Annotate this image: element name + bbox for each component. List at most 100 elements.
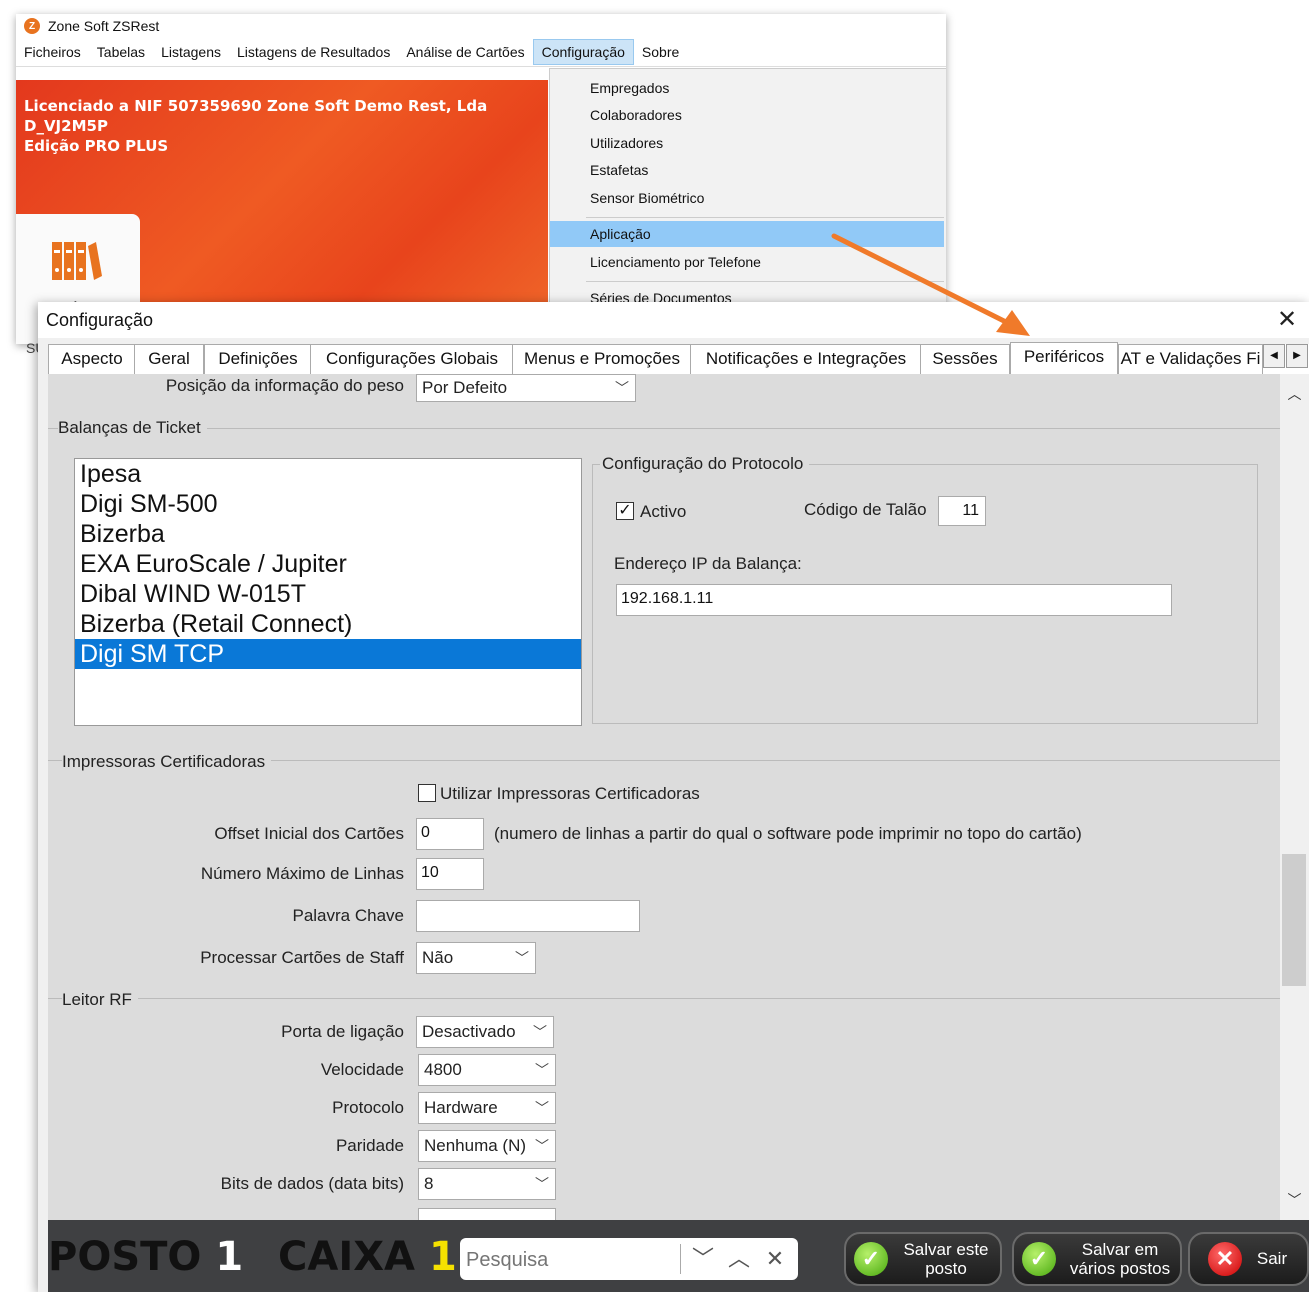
chevron-down-icon: ﹀	[535, 1138, 549, 1154]
list-item-selected[interactable]: Digi SM TCP	[75, 639, 581, 669]
talao-label: Código de Talão	[804, 500, 927, 519]
menu-configuracao[interactable]: Configuração	[532, 39, 634, 65]
search-input[interactable]	[464, 1242, 678, 1278]
license-text: Licenciado a NIF 507359690 Zone Soft Dem…	[24, 96, 548, 156]
dd-empregados[interactable]: Empregados	[550, 75, 944, 101]
tab-at-validacoes[interactable]: AT e Validações Fi	[1118, 344, 1263, 374]
tab-definicoes[interactable]: Definições	[204, 344, 312, 374]
scroll-down-icon[interactable]: ﹀	[1280, 1186, 1309, 1214]
label-line: Salvar este	[903, 1240, 989, 1259]
chevron-up-icon[interactable]: ︿	[724, 1244, 754, 1274]
label-line: vários postos	[1069, 1259, 1171, 1278]
menu-listagens-resultados[interactable]: Listagens de Resultados	[229, 40, 398, 64]
weight-info-value: Por Defeito	[422, 378, 508, 397]
dd-separator	[586, 217, 944, 218]
tab-bar: Aspecto Geral Definições Configurações G…	[48, 342, 1309, 374]
ticket-scale-list[interactable]: Ipesa Digi SM-500 Bizerba EXA EuroScale …	[74, 458, 582, 726]
menu-sobre[interactable]: Sobre	[634, 40, 687, 64]
search-separator	[680, 1244, 681, 1274]
active-label: Activo	[640, 502, 687, 521]
dd-sensor-biometrico[interactable]: Sensor Biométrico	[550, 185, 944, 211]
use-cert-printers-checkbox[interactable]	[418, 784, 436, 802]
speed-label: Velocidade	[320, 1060, 404, 1079]
protocol-title: Configuração do Protocolo	[600, 454, 810, 474]
cert-printers-title: Impressoras Certificadoras	[62, 752, 272, 772]
list-item[interactable]: Bizerba	[75, 519, 581, 549]
port-value: Desactivado	[422, 1022, 516, 1041]
clear-icon[interactable]: ✕	[760, 1244, 790, 1274]
annotation-arrow-icon	[831, 233, 1030, 336]
menu-ficheiros[interactable]: Ficheiros	[16, 40, 89, 64]
chevron-down-icon: ﹀	[615, 380, 629, 396]
main-app-window: Z Zone Soft ZSRest Ficheiros Tabelas Lis…	[16, 14, 946, 344]
exit-label: Sair	[1256, 1249, 1288, 1268]
license-line: Licenciado a NIF 507359690 Zone Soft Dem…	[24, 97, 488, 135]
app-titlebar: Z Zone Soft ZSRest	[16, 14, 946, 38]
offset-input[interactable]: 0	[416, 818, 484, 850]
talao-input[interactable]: 11	[938, 496, 986, 526]
tab-scroll-right-icon[interactable]: ▶	[1286, 344, 1308, 368]
scroll-thumb[interactable]	[1282, 854, 1306, 986]
chevron-down-icon: ﹀	[535, 1176, 549, 1192]
label-line: posto	[925, 1259, 967, 1278]
port-select[interactable]: Desactivado ﹀	[416, 1016, 554, 1048]
save-multiple-posts-label: Salvar em vários postos	[1064, 1240, 1176, 1278]
ip-input[interactable]: 192.168.1.11	[616, 584, 1172, 616]
perifericos-panel: Posição da informação do peso Por Defeit…	[48, 374, 1280, 1220]
rf-protocol-select[interactable]: Hardware ﹀	[418, 1092, 556, 1124]
vertical-scrollbar[interactable]: ︿ ﹀	[1280, 374, 1309, 1220]
rf-protocol-value: Hardware	[424, 1098, 498, 1117]
dialog-title: Configuração	[46, 310, 154, 330]
list-item[interactable]: Digi SM-500	[75, 489, 581, 519]
exit-button[interactable]: ✕ Sair	[1188, 1232, 1309, 1286]
tab-aspecto[interactable]: Aspecto	[48, 344, 136, 374]
chevron-down-icon: ﹀	[515, 950, 529, 966]
save-this-post-label: Salvar este posto	[896, 1240, 996, 1278]
binders-icon	[52, 242, 102, 280]
dd-colaboradores[interactable]: Colaboradores	[550, 102, 944, 128]
keyword-input[interactable]	[416, 900, 640, 932]
posto-indicator: POSTO 1	[48, 1234, 243, 1280]
databits-select[interactable]: 8 ﹀	[418, 1168, 556, 1200]
maxlines-label: Número Máximo de Linhas	[200, 864, 404, 883]
maxlines-input[interactable]: 10	[416, 858, 484, 890]
tab-geral[interactable]: Geral	[134, 344, 204, 374]
parity-select[interactable]: Nenhuma (N) ﹀	[418, 1130, 556, 1162]
scroll-up-icon[interactable]: ︿	[1280, 380, 1309, 408]
menu-listagens[interactable]: Listagens	[153, 40, 229, 64]
ticket-scales-title: Balanças de Ticket	[58, 418, 207, 438]
tab-scroll: ◀ ▶	[1263, 344, 1309, 372]
staff-select[interactable]: Não ﹀	[416, 942, 536, 974]
menu-analise-cartoes[interactable]: Análise de Cartões	[398, 40, 532, 64]
active-checkbox[interactable]: ✓	[616, 502, 634, 520]
chevron-down-icon: ﹀	[535, 1100, 549, 1116]
caixa-label: CAIXA	[278, 1234, 415, 1280]
weight-info-select[interactable]: Por Defeito ﹀	[416, 374, 636, 402]
dd-utilizadores[interactable]: Utilizadores	[550, 130, 944, 156]
tab-menus-promocoes[interactable]: Menus e Promoções	[512, 344, 692, 374]
cut-off-select[interactable]	[418, 1208, 556, 1220]
dd-estafetas[interactable]: Estafetas	[550, 157, 944, 183]
speed-select[interactable]: 4800 ﹀	[418, 1054, 556, 1086]
list-item[interactable]: Ipesa	[75, 459, 581, 489]
menu-tabelas[interactable]: Tabelas	[89, 40, 153, 64]
weight-info-label: Posição da informação do peso	[165, 376, 404, 395]
rf-protocol-label: Protocolo	[332, 1098, 404, 1117]
parity-label: Paridade	[335, 1136, 404, 1155]
app-title: Zone Soft ZSRest	[48, 18, 160, 34]
list-item[interactable]: Dibal WIND W-015T	[75, 579, 581, 609]
chevron-down-icon: ﹀	[535, 1062, 549, 1078]
chevron-down-icon[interactable]: ﹀	[688, 1244, 718, 1274]
ip-label: Endereço IP da Balança:	[614, 554, 802, 573]
chevron-down-icon: ﹀	[533, 1024, 547, 1040]
tab-configuracoes-globais[interactable]: Configurações Globais	[310, 344, 514, 374]
group-divider	[48, 998, 1280, 999]
tab-scroll-left-icon[interactable]: ◀	[1263, 344, 1285, 368]
save-this-post-button[interactable]: ✓ Salvar este posto	[844, 1232, 1002, 1286]
list-item[interactable]: Bizerba (Retail Connect)	[75, 609, 581, 639]
keyword-label: Palavra Chave	[292, 906, 404, 925]
list-item[interactable]: EXA EuroScale / Jupiter	[75, 549, 581, 579]
save-multiple-posts-button[interactable]: ✓ Salvar em vários postos	[1012, 1232, 1182, 1286]
posto-number: 1	[215, 1234, 244, 1280]
close-icon[interactable]: ✕	[1275, 308, 1299, 332]
